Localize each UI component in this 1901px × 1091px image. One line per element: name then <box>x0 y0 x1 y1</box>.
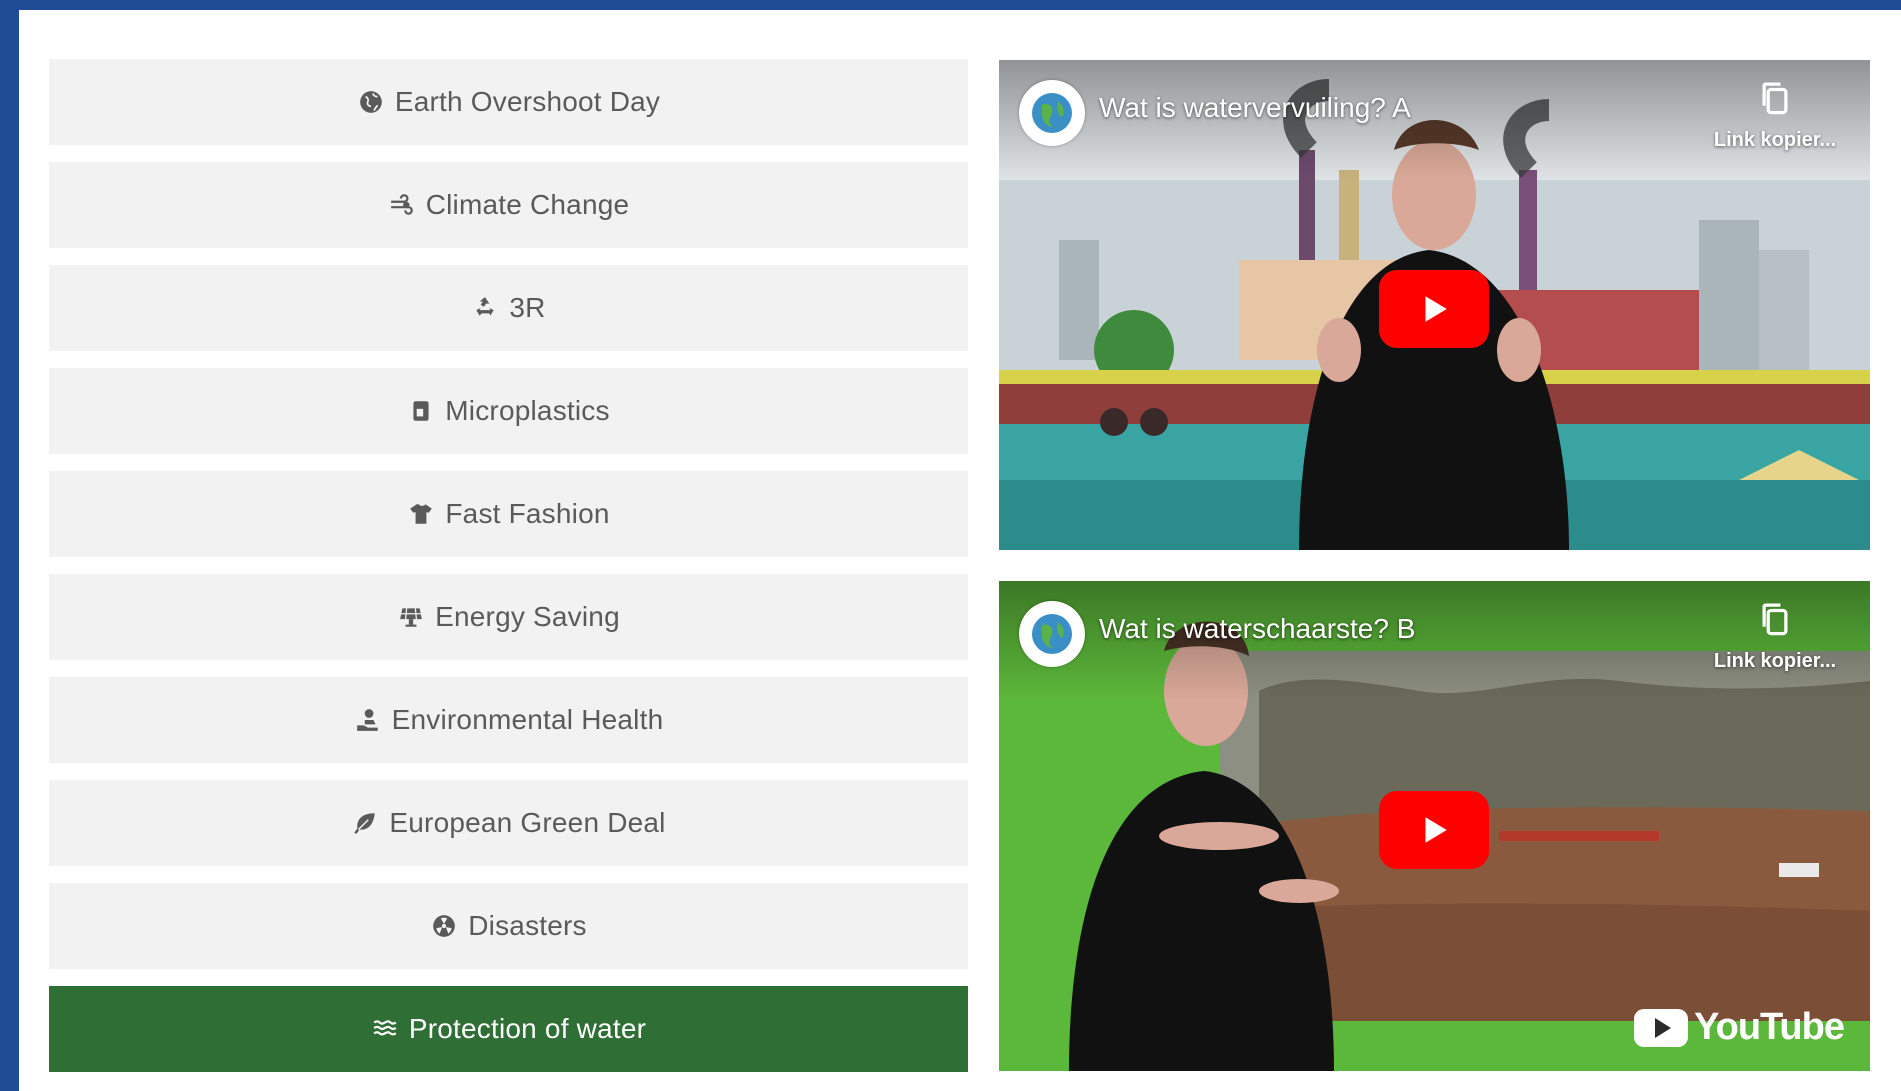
copy-icon <box>1762 82 1788 115</box>
menu-item-label: Environmental Health <box>391 704 664 735</box>
menu-item-label: Earth Overshoot Day <box>394 86 661 117</box>
video-player-water-scarcity[interactable]: Wat is waterschaarste? B Link kopier... … <box>999 581 1870 1071</box>
menu-item-label: Microplastics <box>445 395 610 426</box>
shirt-icon <box>407 500 435 528</box>
menu-item-label: Protection of water <box>408 1013 647 1044</box>
menu-item-energy-saving[interactable]: Energy Saving <box>49 574 968 660</box>
copy-link-button[interactable]: Link kopier... <box>1710 80 1840 152</box>
menu-item-label: European Green Deal <box>389 807 666 838</box>
video-title[interactable]: Wat is watervervuiling? A <box>1099 92 1411 124</box>
menu-item-protection-of-water[interactable]: Protection of water <box>49 986 968 1072</box>
menu-item-label: Disasters <box>468 910 587 941</box>
menu-item-label: Fast Fashion <box>445 498 610 529</box>
menu-item-disasters[interactable]: Disasters <box>49 883 968 969</box>
play-button[interactable] <box>1379 270 1489 348</box>
solar-panel-icon <box>397 603 425 631</box>
copy-icon <box>1762 603 1788 636</box>
globe-icon <box>357 88 385 116</box>
youtube-wordmark: YouTube <box>1694 1006 1845 1048</box>
menu-item-label: 3R <box>509 292 546 323</box>
youtube-play-icon <box>1634 1008 1689 1047</box>
hand-user-icon <box>354 706 382 734</box>
menu-item-environmental-health[interactable]: Environmental Health <box>49 677 968 763</box>
menu-item-label: Energy Saving <box>435 601 620 632</box>
menu-item-fast-fashion[interactable]: Fast Fashion <box>49 471 968 557</box>
menu-item-3r[interactable]: 3R <box>49 265 968 351</box>
play-button[interactable] <box>1379 791 1489 869</box>
wind-icon <box>388 191 416 219</box>
menu-item-earth-overshoot-day[interactable]: Earth Overshoot Day <box>49 59 968 145</box>
leaf-icon <box>351 809 379 837</box>
radiation-icon <box>430 912 458 940</box>
menu-item-climate-change[interactable]: Climate Change <box>49 162 968 248</box>
copy-link-label: Link kopier... <box>1713 650 1837 672</box>
youtube-logo[interactable]: YouTube <box>1634 1006 1845 1049</box>
copy-link-button[interactable]: Link kopier... <box>1710 601 1840 673</box>
menu-item-european-green-deal[interactable]: European Green Deal <box>49 780 968 866</box>
channel-avatar[interactable] <box>1019 80 1085 146</box>
recycle-icon <box>471 294 499 322</box>
video-player-water-pollution[interactable]: Wat is watervervuiling? A Link kopier... <box>999 60 1870 550</box>
video-title[interactable]: Wat is waterschaarste? B <box>1099 613 1415 645</box>
water-icon <box>371 1015 399 1043</box>
menu-item-label: Climate Change <box>425 189 630 220</box>
play-icon <box>1425 296 1447 322</box>
play-icon <box>1425 817 1447 843</box>
channel-avatar[interactable] <box>1019 601 1085 667</box>
topic-menu: Earth Overshoot Day Climate Change 3R Mi… <box>49 59 968 1089</box>
menu-item-microplastics[interactable]: Microplastics <box>49 368 968 454</box>
copy-link-label: Link kopier... <box>1713 129 1837 151</box>
bottle-icon <box>407 397 435 425</box>
